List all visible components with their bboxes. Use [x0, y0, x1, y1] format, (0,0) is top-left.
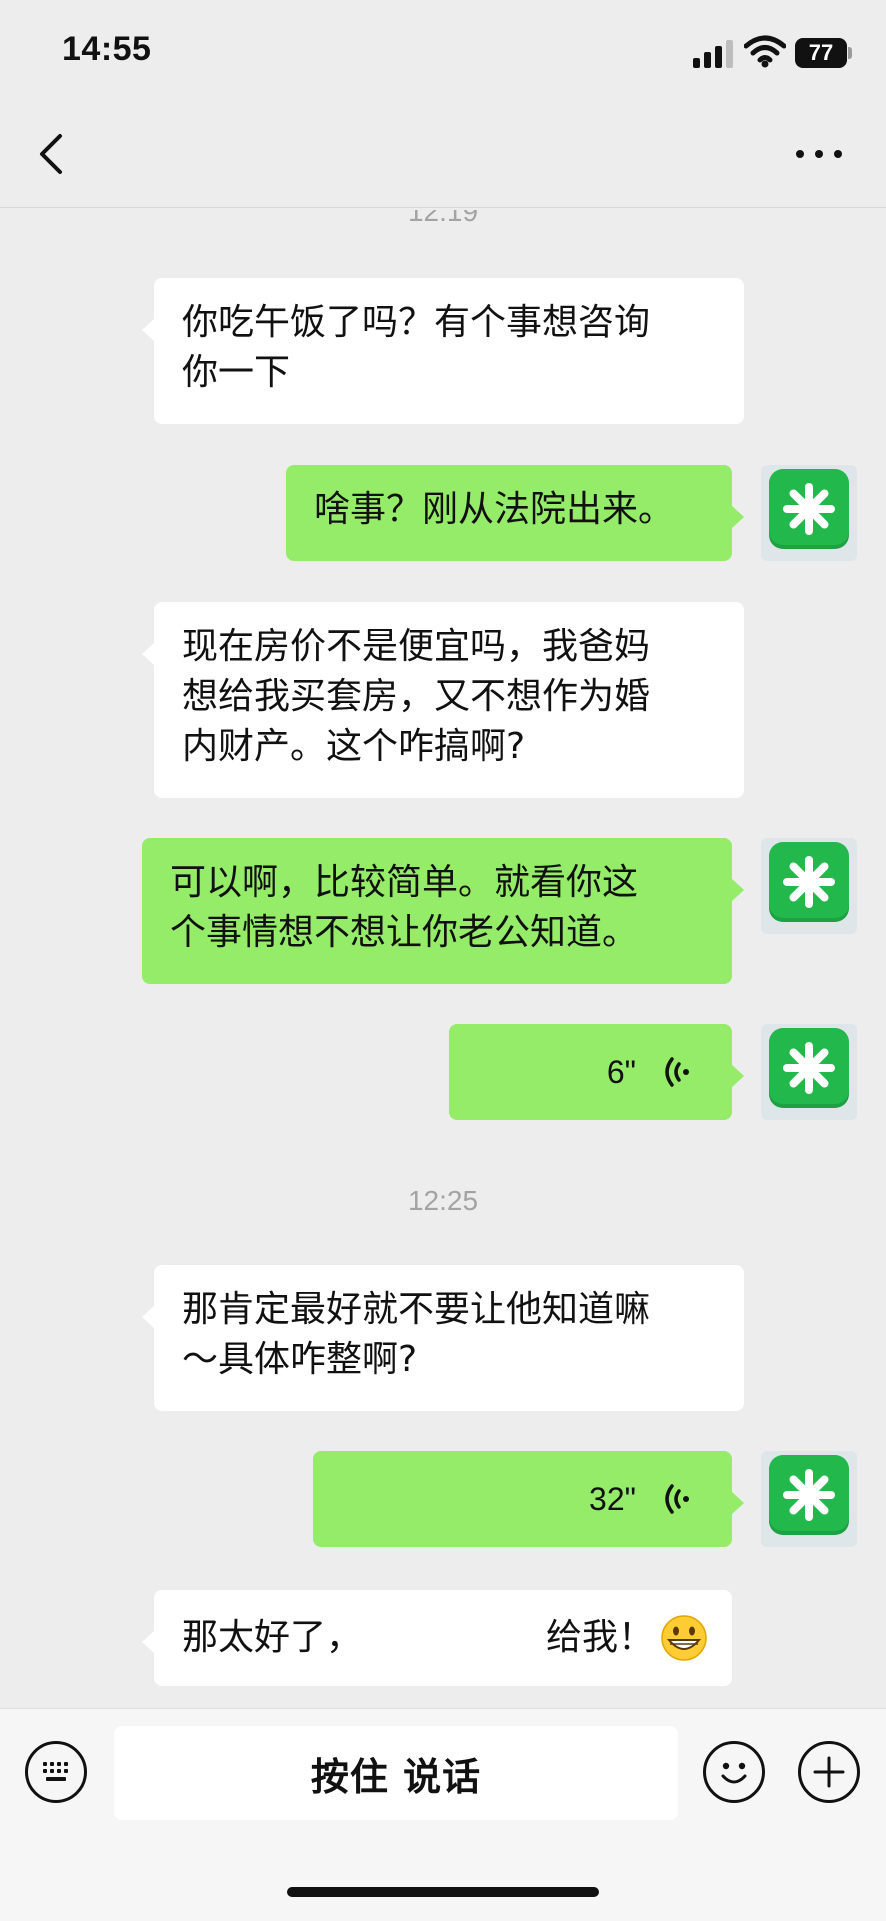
- smiley-icon[interactable]: [703, 1741, 765, 1803]
- message-text: 现在房价不是便宜吗，我爸妈 想给我买套房，又不想作为婚 内财产。这个咋搞啊?: [182, 626, 651, 767]
- voice-duration: 6": [606, 1054, 636, 1090]
- message-bubble-outgoing[interactable]: 可以啊，比较简单。就看你这 个事情想不想让你老公知道。: [142, 838, 744, 984]
- bubble-tail: [142, 1305, 155, 1329]
- message-bubble-incoming[interactable]: 那肯定最好就不要让他知道嘛 ～具体咋整啊?: [142, 1265, 744, 1411]
- timestamp: 12:19: [407, 196, 479, 227]
- message-text: 那肯定最好就不要让他知道嘛 ～具体咋整啊?: [182, 1289, 651, 1380]
- message-bubble-outgoing[interactable]: 啥事？刚从法院出来。: [286, 465, 744, 561]
- wifi-icon: [744, 35, 786, 68]
- bubble-tail: [731, 505, 744, 529]
- nav-divider: [0, 207, 886, 208]
- battery-cap: [848, 47, 852, 59]
- home-indicator[interactable]: [287, 1887, 599, 1897]
- message-text: 你吃午饭了吗？有个事想咨询 你一下: [182, 302, 651, 393]
- message-text: 可以啊，比较简单。就看你这 个事情想不想让你老公知道。: [170, 862, 639, 953]
- timestamp: 12:25: [407, 1185, 479, 1216]
- bubble-tail: [142, 1630, 155, 1654]
- message-text: 啥事？刚从法院出来。: [314, 489, 675, 530]
- asterisk-icon: [769, 1455, 849, 1535]
- message-text-end: 给我！: [546, 1617, 655, 1658]
- bubble-tail: [142, 318, 155, 342]
- signal-icon: [693, 40, 735, 68]
- message-bubble-incoming[interactable]: 你吃午饭了吗？有个事想咨询 你一下: [142, 278, 744, 424]
- avatar[interactable]: [761, 1024, 857, 1120]
- bubble-tail: [731, 1491, 744, 1515]
- bubble-tail: [731, 1064, 744, 1088]
- battery-level: 77: [808, 40, 834, 65]
- voice-wave-icon: [665, 1484, 689, 1514]
- more-dots-icon[interactable]: [796, 150, 842, 162]
- plus-icon[interactable]: [798, 1741, 860, 1803]
- avatar[interactable]: [761, 838, 857, 934]
- keyboard-icon[interactable]: [25, 1741, 87, 1803]
- hold-to-talk-label: 按住 说话: [310, 1754, 482, 1799]
- asterisk-icon: [769, 842, 849, 922]
- status-time: 14:55: [62, 30, 152, 68]
- asterisk-icon: [769, 1028, 849, 1108]
- avatar[interactable]: [761, 1451, 857, 1547]
- message-bubble-incoming[interactable]: 现在房价不是便宜吗，我爸妈 想给我买套房，又不想作为婚 内财产。这个咋搞啊?: [142, 602, 744, 798]
- bubble-tail: [142, 642, 155, 666]
- grinning-face-emoji: [661, 1615, 707, 1661]
- voice-message-bubble[interactable]: 6": [449, 1024, 744, 1120]
- battery-indicator: 77: [795, 38, 847, 68]
- bubble-tail: [731, 878, 744, 902]
- message-text-start: 那太好了，: [182, 1617, 363, 1658]
- voice-wave-icon: [665, 1057, 689, 1087]
- asterisk-icon: [769, 469, 849, 549]
- voice-message-bubble[interactable]: 32": [313, 1451, 744, 1547]
- hold-to-talk-button[interactable]: 按住 说话: [114, 1726, 678, 1820]
- avatar[interactable]: [761, 465, 857, 561]
- message-bubble-incoming[interactable]: 那太好了， 给我！: [142, 1590, 732, 1686]
- chevron-left-icon[interactable]: [34, 130, 68, 178]
- voice-duration: 32": [589, 1481, 636, 1517]
